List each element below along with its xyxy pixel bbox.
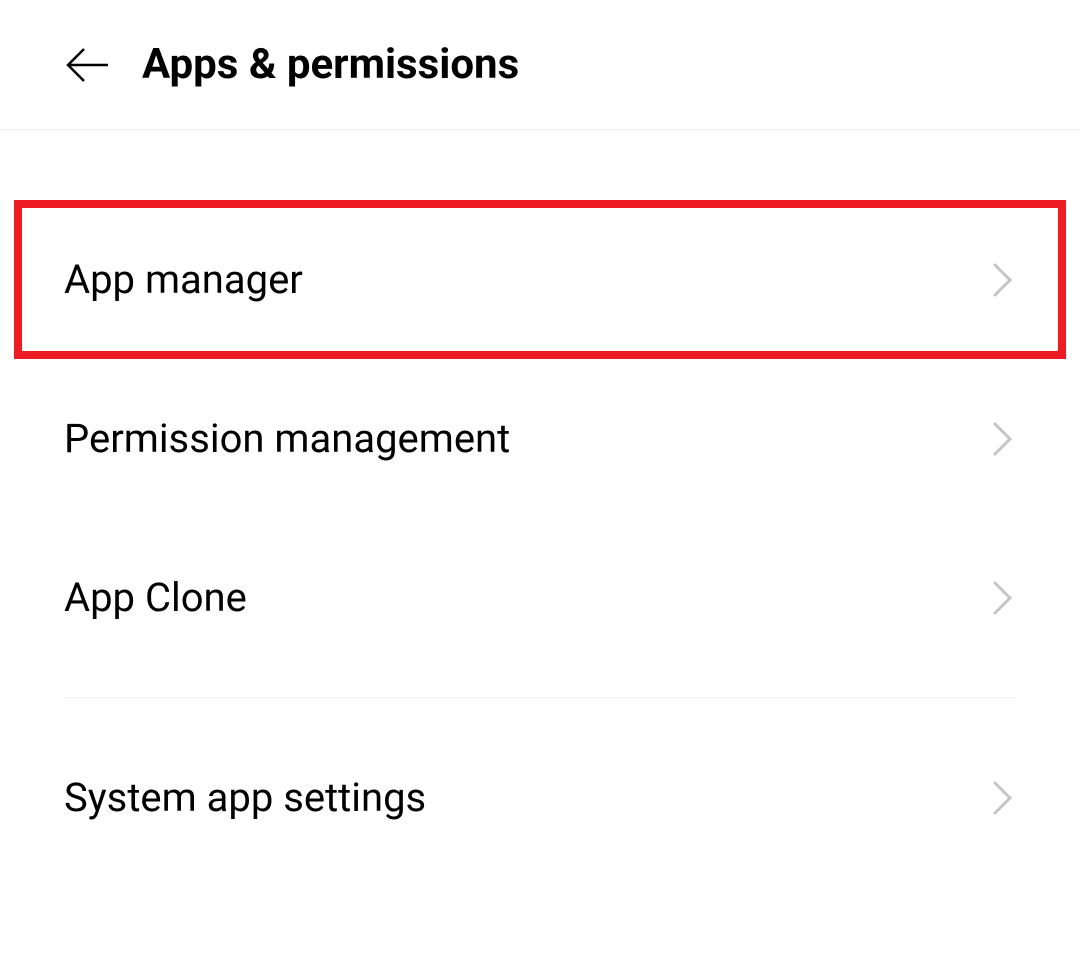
page-title: Apps & permissions xyxy=(142,40,519,89)
header-bar: Apps & permissions xyxy=(0,0,1080,130)
list-item-label: System app settings xyxy=(64,774,426,821)
list-item-permission-management[interactable]: Permission management xyxy=(0,359,1080,518)
back-arrow-icon[interactable] xyxy=(64,41,112,89)
chevron-right-icon xyxy=(988,578,1016,618)
list-item-app-clone[interactable]: App Clone xyxy=(0,518,1080,677)
settings-list: App manager Permission management App Cl… xyxy=(0,130,1080,877)
list-item-label: App manager xyxy=(64,256,303,303)
chevron-right-icon xyxy=(988,260,1016,300)
list-item-system-app-settings[interactable]: System app settings xyxy=(0,718,1080,877)
list-item-label: App Clone xyxy=(64,574,247,621)
list-item-app-manager[interactable]: App manager xyxy=(14,200,1066,359)
list-item-label: Permission management xyxy=(64,415,510,462)
chevron-right-icon xyxy=(988,419,1016,459)
section-divider xyxy=(64,697,1016,698)
chevron-right-icon xyxy=(988,778,1016,818)
